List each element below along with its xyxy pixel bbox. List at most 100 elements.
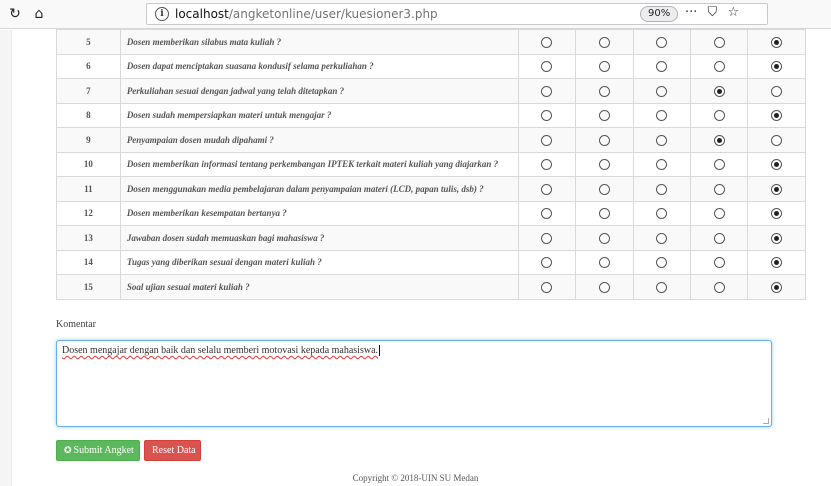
- rating-radio-2[interactable]: [598, 281, 610, 293]
- rating-option-cell: [690, 225, 749, 251]
- rating-radio-1[interactable]: [541, 232, 553, 244]
- rating-option-cell: [690, 102, 749, 128]
- rating-radio-3[interactable]: [656, 36, 668, 48]
- rating-radio-4[interactable]: [713, 281, 725, 293]
- rating-radio-5[interactable]: [771, 36, 783, 48]
- rating-radio-4[interactable]: [713, 159, 725, 171]
- question-number: 9: [56, 127, 121, 153]
- rating-radio-4[interactable]: [713, 134, 725, 146]
- rating-option-cell: [575, 200, 634, 226]
- rating-option-cell: [747, 78, 806, 104]
- url-host: localhost: [175, 7, 229, 21]
- rating-option-cell: [575, 176, 634, 202]
- question-number: 15: [56, 274, 121, 300]
- rating-option-cell: [632, 225, 692, 251]
- rating-radio-5[interactable]: [771, 208, 783, 220]
- rating-radio-3[interactable]: [656, 208, 668, 220]
- bookmark-star-icon[interactable]: ☆: [727, 5, 739, 20]
- reset-data-button[interactable]: Reset Data: [144, 440, 201, 461]
- rating-radio-1[interactable]: [541, 110, 553, 122]
- rating-radio-1[interactable]: [541, 85, 553, 97]
- reload-icon[interactable]: ↻: [6, 5, 24, 23]
- rating-option-cell: [632, 102, 692, 128]
- rating-radio-2[interactable]: [598, 257, 610, 269]
- rating-radio-2[interactable]: [598, 36, 610, 48]
- rating-radio-4[interactable]: [713, 61, 725, 73]
- rating-radio-1[interactable]: [541, 134, 553, 146]
- rating-radio-2[interactable]: [598, 61, 610, 73]
- rating-radio-1[interactable]: [541, 257, 553, 269]
- question-text: Dosen memberikan informasi tentang perke…: [119, 151, 519, 177]
- page-left-gutter: [0, 30, 12, 486]
- question-text: Soal ujian sesuai materi kuliah ?: [119, 274, 519, 300]
- question-text: Dosen memberikan kesempatan bertanya ?: [119, 200, 519, 226]
- rating-option-cell: [517, 78, 577, 104]
- rating-radio-3[interactable]: [656, 281, 668, 293]
- rating-radio-2[interactable]: [598, 85, 610, 97]
- rating-option-cell: [632, 200, 692, 226]
- rating-radio-3[interactable]: [656, 85, 668, 97]
- pocket-icon[interactable]: ⛉: [708, 5, 718, 20]
- address-bar[interactable]: i localhost/angketonline/user/kuesioner3…: [146, 3, 768, 25]
- question-row: 12 Dosen memberikan kesempatan bertanya ?: [56, 200, 806, 226]
- question-number: 14: [56, 249, 121, 275]
- rating-radio-5[interactable]: [771, 134, 783, 146]
- rating-radio-3[interactable]: [656, 134, 668, 146]
- rating-radio-2[interactable]: [598, 232, 610, 244]
- rating-option-cell: [575, 78, 634, 104]
- rating-radio-1[interactable]: [541, 183, 553, 195]
- rating-radio-3[interactable]: [656, 159, 668, 171]
- rating-radio-4[interactable]: [713, 36, 725, 48]
- footer-copyright: Copyright © 2018-UIN SU Medan: [352, 473, 479, 483]
- rating-radio-2[interactable]: [598, 208, 610, 220]
- rating-radio-1[interactable]: [541, 281, 553, 293]
- rating-option-cell: [517, 151, 577, 177]
- rating-radio-2[interactable]: [598, 183, 610, 195]
- rating-radio-3[interactable]: [656, 183, 668, 195]
- rating-radio-2[interactable]: [598, 159, 610, 171]
- rating-radio-1[interactable]: [541, 61, 553, 73]
- question-row: 10 Dosen memberikan informasi tentang per…: [56, 151, 806, 177]
- rating-option-cell: [690, 151, 749, 177]
- home-icon[interactable]: ⌂: [30, 5, 48, 23]
- rating-radio-1[interactable]: [541, 36, 553, 48]
- rating-option-cell: [517, 249, 577, 275]
- rating-radio-4[interactable]: [713, 85, 725, 97]
- question-number: 6: [56, 53, 121, 79]
- rating-radio-5[interactable]: [771, 281, 783, 293]
- rating-radio-4[interactable]: [713, 208, 725, 220]
- page-actions: ··· ⛉ ☆: [685, 5, 745, 20]
- rating-radio-2[interactable]: [598, 134, 610, 146]
- rating-radio-5[interactable]: [771, 159, 783, 171]
- rating-radio-5[interactable]: [771, 232, 783, 244]
- question-text: Dosen dapat menciptakan suasana kondusif…: [119, 53, 519, 79]
- rating-radio-3[interactable]: [656, 257, 668, 269]
- question-number: 12: [56, 200, 121, 226]
- more-actions-icon[interactable]: ···: [685, 5, 697, 20]
- submit-angket-button[interactable]: ✪ Submit Angket: [56, 440, 140, 461]
- rating-radio-3[interactable]: [656, 61, 668, 73]
- rating-radio-3[interactable]: [656, 110, 668, 122]
- rating-option-cell: [575, 29, 634, 55]
- rating-radio-1[interactable]: [541, 159, 553, 171]
- rating-radio-4[interactable]: [713, 257, 725, 269]
- rating-radio-5[interactable]: [771, 183, 783, 195]
- rating-option-cell: [517, 225, 577, 251]
- rating-radio-2[interactable]: [598, 110, 610, 122]
- rating-radio-1[interactable]: [541, 208, 553, 220]
- rating-radio-5[interactable]: [771, 61, 783, 73]
- resize-grip-icon[interactable]: [763, 418, 769, 424]
- browser-toolbar: ↻ ⌂ i localhost/angketonline/user/kuesio…: [0, 0, 831, 29]
- comment-textarea[interactable]: Dosen mengajar dengan baik dan selalu me…: [56, 340, 772, 427]
- rating-radio-5[interactable]: [771, 110, 783, 122]
- rating-radio-4[interactable]: [713, 232, 725, 244]
- url-text[interactable]: localhost/angketonline/user/kuesioner3.p…: [175, 7, 438, 21]
- rating-option-cell: [747, 53, 806, 79]
- rating-radio-4[interactable]: [713, 110, 725, 122]
- site-info-icon[interactable]: i: [155, 7, 169, 21]
- zoom-level-badge[interactable]: 90%: [640, 6, 679, 22]
- rating-radio-5[interactable]: [771, 257, 783, 269]
- rating-radio-5[interactable]: [771, 85, 783, 97]
- rating-radio-4[interactable]: [713, 183, 725, 195]
- rating-radio-3[interactable]: [656, 232, 668, 244]
